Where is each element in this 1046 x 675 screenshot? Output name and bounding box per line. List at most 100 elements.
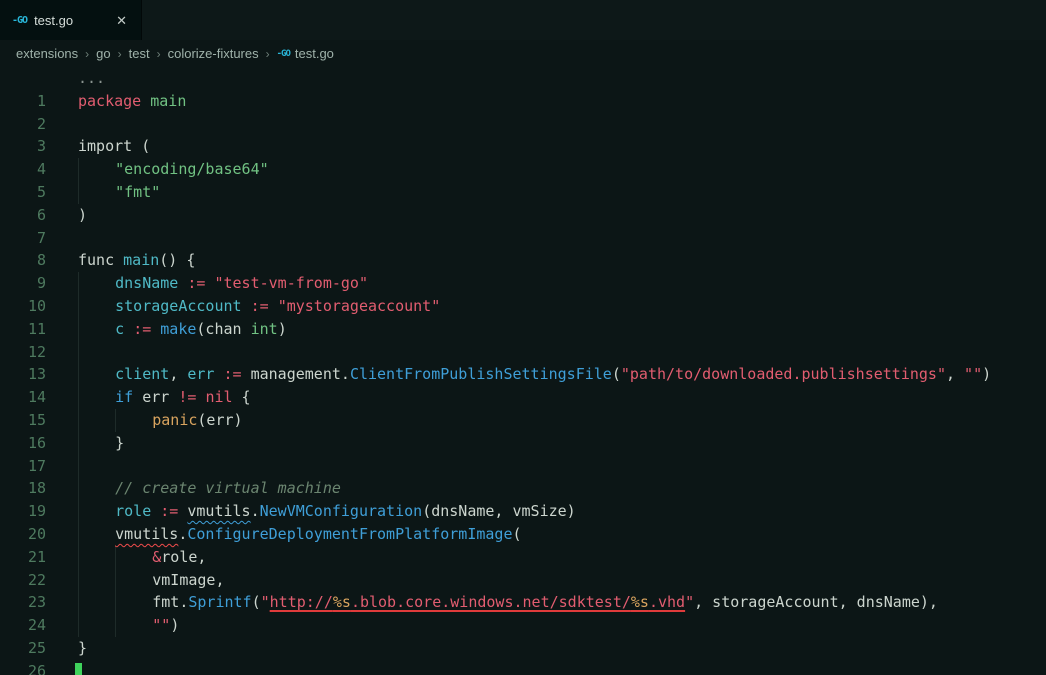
breadcrumb-item-go[interactable]: go [96, 46, 110, 61]
code-token: make [160, 319, 197, 338]
code-line[interactable]: 13 client, err := management.ClientFromP… [0, 363, 1046, 387]
tab-title: test.go [34, 12, 74, 28]
line-number[interactable]: 12 [0, 341, 46, 364]
code-line[interactable]: 10 storageAccount := "mystorageaccount" [0, 294, 1046, 318]
code-line[interactable]: 19 role := vmutils.NewVMConfiguration(dn… [0, 500, 1046, 523]
code-line[interactable]: 2 [0, 113, 1046, 136]
line-number[interactable]: 16 [0, 432, 46, 455]
code-line[interactable]: 18 // create virtual machine [0, 477, 1046, 501]
code-line[interactable]: 16 } [0, 431, 1046, 455]
code-token [78, 340, 115, 364]
code-line[interactable]: 7 [0, 227, 1046, 250]
breadcrumb-item-colorize-fixtures[interactable]: colorize-fixtures [168, 46, 259, 61]
code-token [78, 454, 115, 478]
code-token: ClientFromPublishSettingsFile [349, 365, 612, 384]
code-token: (dnsName, vmSize) [422, 502, 576, 521]
code-line[interactable]: 17 [0, 454, 1046, 478]
code-line[interactable]: 4 "encoding/base64" [0, 158, 1046, 181]
code-line[interactable]: 14 if err != nil { [0, 386, 1046, 409]
code-line[interactable]: 21 &role, [0, 545, 1046, 569]
code-editor[interactable]: ... 1 package main 2 3 import (4 "encoding/ba… [0, 67, 1046, 675]
line-number[interactable]: 20 [0, 523, 46, 546]
code-line[interactable]: 3 import ( [0, 135, 1046, 158]
line-number[interactable]: 24 [0, 614, 46, 637]
line-number[interactable]: 11 [0, 318, 46, 341]
line-number[interactable]: 22 [0, 569, 46, 592]
code-line[interactable]: 15 panic(err) [0, 408, 1046, 432]
line-number[interactable]: 23 [0, 591, 46, 614]
line-number[interactable]: 5 [0, 181, 46, 204]
code-line[interactable]: 22 vmImage, [0, 568, 1046, 592]
code-line[interactable]: 24 "") [0, 614, 1046, 637]
code-token: func [78, 251, 124, 270]
line-number[interactable]: 26 [0, 660, 46, 675]
line-number[interactable]: 4 [0, 158, 46, 181]
code-token [115, 408, 152, 432]
close-icon[interactable]: ✕ [114, 12, 129, 29]
code-text: } [78, 637, 87, 660]
code-text: ... [78, 67, 105, 90]
line-number[interactable]: 15 [0, 409, 46, 432]
code-token: "fmt" [115, 182, 161, 201]
code-token: () { [159, 251, 196, 270]
code-token [78, 294, 115, 318]
code-token: err [133, 388, 179, 407]
code-token: package [78, 91, 142, 110]
code-token [78, 272, 115, 295]
code-token [78, 158, 115, 181]
code-line[interactable]: 6) [0, 204, 1046, 227]
code-token: ( [251, 593, 261, 612]
line-number[interactable] [0, 67, 46, 90]
code-line[interactable]: 8 func main() { [0, 249, 1046, 272]
code-token [78, 477, 115, 501]
line-number[interactable]: 21 [0, 546, 46, 569]
code-text: storageAccount := "mystorageaccount" [78, 294, 440, 318]
line-number[interactable]: 17 [0, 455, 46, 478]
line-number[interactable]: 1 [0, 90, 46, 113]
line-number[interactable]: 25 [0, 637, 46, 660]
code-token [78, 180, 115, 204]
code-text: client, err := management.ClientFromPubl… [78, 363, 991, 387]
line-number[interactable]: 14 [0, 386, 46, 409]
line-number[interactable]: 6 [0, 204, 46, 227]
code-line[interactable]: 5 "fmt" [0, 180, 1046, 204]
code-line[interactable]: 23 fmt.Sprintf("http://%s.blob.core.wind… [0, 591, 1046, 615]
line-number[interactable]: 18 [0, 477, 46, 500]
line-number[interactable]: 2 [0, 113, 46, 136]
breadcrumb-item-test[interactable]: test [129, 46, 150, 61]
code-token: } [115, 433, 125, 452]
code-line[interactable]: 20 vmutils.ConfigureDeploymentFromPlatfo… [0, 522, 1046, 546]
code-line[interactable]: 9 dnsName := "test-vm-from-go" [0, 272, 1046, 295]
code-token [78, 545, 115, 569]
code-token: := [133, 319, 152, 338]
code-line[interactable]: 12 [0, 340, 1046, 364]
text-cursor [75, 663, 82, 675]
code-text: // create virtual machine [78, 477, 341, 501]
code-line[interactable]: 1 package main [0, 90, 1046, 113]
code-token [78, 363, 115, 387]
line-number[interactable]: 9 [0, 272, 46, 295]
line-number[interactable]: 10 [0, 295, 46, 318]
line-number[interactable]: 3 [0, 135, 46, 158]
code-token [78, 431, 115, 455]
tab-test-go[interactable]: -GO test.go ✕ [0, 0, 142, 40]
line-number[interactable]: 13 [0, 363, 46, 386]
code-token: http:// [269, 593, 333, 612]
code-token [115, 568, 152, 592]
code-token [115, 591, 152, 615]
breadcrumb-item-file[interactable]: test.go [295, 46, 334, 61]
code-line[interactable]: 25} [0, 637, 1046, 660]
code-line[interactable]: 26 [0, 660, 1046, 675]
code-token: Sprintf [188, 593, 252, 612]
breadcrumb-item-extensions[interactable]: extensions [16, 46, 78, 61]
code-text: &role, [78, 545, 206, 569]
code-token [115, 614, 152, 637]
line-number[interactable]: 19 [0, 500, 46, 523]
line-number[interactable]: 7 [0, 227, 46, 250]
code-line[interactable]: ... [0, 67, 1046, 90]
line-number[interactable]: 8 [0, 249, 46, 272]
code-token: %s [630, 593, 649, 612]
code-line[interactable]: 11 c := make(chan int) [0, 317, 1046, 341]
code-token: "" [152, 616, 171, 635]
